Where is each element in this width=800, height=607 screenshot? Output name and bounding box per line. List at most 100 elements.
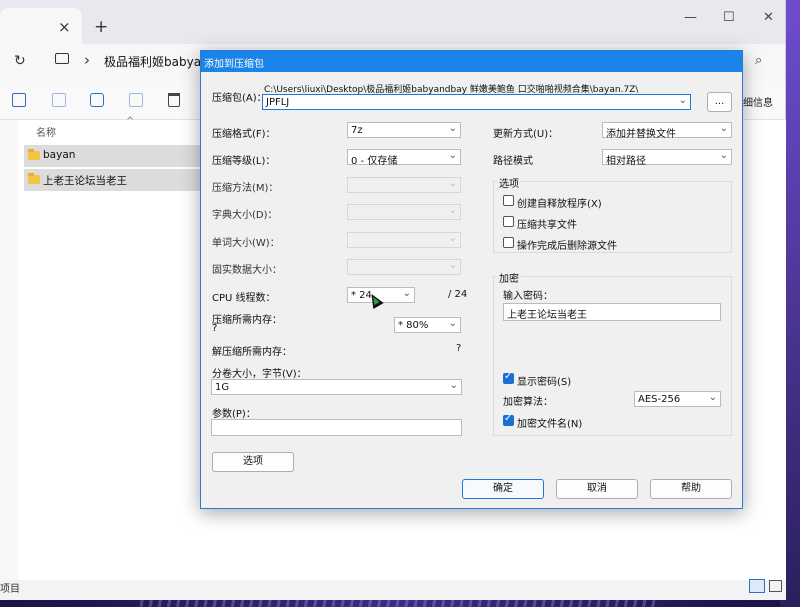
status-bar <box>0 580 786 600</box>
details-view-icon[interactable] <box>749 579 765 593</box>
path-mode-value: 相对路径 <box>606 156 646 167</box>
shared-files-label[interactable]: 压缩共享文件 <box>517 216 577 231</box>
word-size-label: 单词大小(W)： <box>212 238 280 249</box>
method-select[interactable]: ⌄ <box>347 177 461 193</box>
chevron-down-icon: ⌄ <box>448 150 457 161</box>
breadcrumb[interactable]: 极品福利姬babyan <box>104 53 209 70</box>
file-name: bayan <box>43 149 76 161</box>
dict-size-label: 字典大小(D)： <box>212 210 278 221</box>
this-pc-icon[interactable] <box>55 53 69 64</box>
chevron-down-icon: ⌄ <box>449 380 458 391</box>
dialog-title: 添加到压缩包 <box>204 59 264 70</box>
chevron-down-icon: ⌄ <box>708 392 717 403</box>
sfx-label[interactable]: 创建自释放程序(X) <box>517 195 602 210</box>
copy-icon[interactable] <box>12 93 26 107</box>
list-item[interactable]: bayan <box>24 145 202 167</box>
file-name: 上老王论坛当老王 <box>43 175 127 187</box>
mem-compress-value: ? <box>212 323 218 334</box>
format-select[interactable]: 7z ⌄ <box>347 122 461 138</box>
chevron-down-icon: ⌄ <box>402 288 411 299</box>
mem-compress-label: 压缩所需内存： <box>212 315 282 326</box>
tiles-view-icon[interactable] <box>769 580 782 592</box>
format-label: 压缩格式(F)： <box>212 129 276 140</box>
split-label: 分卷大小，字节(V)： <box>212 369 307 380</box>
new-tab-icon[interactable]: + <box>94 17 108 37</box>
show-password-label[interactable]: 显示密码(S) <box>517 373 571 388</box>
encrypt-names-label[interactable]: 加密文件名(N) <box>517 415 582 430</box>
list-item[interactable]: 上老王论坛当老王 <box>24 169 202 191</box>
chevron-down-icon: ⌄ <box>448 123 457 134</box>
refresh-icon[interactable]: ↻ <box>14 53 26 69</box>
tab-close-icon[interactable]: × <box>58 18 71 36</box>
search-icon[interactable]: ⌕ <box>755 53 762 68</box>
chevron-down-icon: ⌄ <box>719 123 728 134</box>
column-header-name[interactable]: 名称 <box>36 124 56 139</box>
sort-caret-icon: ^ <box>126 116 135 127</box>
chevron-down-icon: ⌄ <box>448 260 457 271</box>
password-value: 上老王论坛当老王 <box>507 310 587 321</box>
chevron-down-icon: ⌄ <box>448 318 457 329</box>
mem-decompress-value: ? <box>456 343 462 354</box>
params-input[interactable] <box>211 419 462 436</box>
close-icon[interactable]: ✕ <box>763 10 774 25</box>
update-mode-value: 添加并替换文件 <box>606 129 676 140</box>
params-label: 参数(P)： <box>212 409 256 420</box>
mem-percent-select[interactable]: * 80% ⌄ <box>394 317 461 333</box>
delete-after-label[interactable]: 操作完成后删除源文件 <box>517 237 617 252</box>
chevron-right-icon: › <box>84 51 90 69</box>
folder-icon <box>28 173 40 184</box>
share-icon[interactable] <box>129 93 143 107</box>
options-group-title: 选项 <box>497 175 521 190</box>
paste-icon[interactable] <box>52 93 66 107</box>
ok-button[interactable]: 确定 <box>462 479 544 499</box>
mem-decompress-label: 解压缩所需内存： <box>212 347 292 358</box>
encryption-method-select[interactable]: AES-256 ⌄ <box>634 391 721 407</box>
format-value: 7z <box>351 125 363 136</box>
method-label: 压缩方法(M)： <box>212 183 279 194</box>
dialog-title-bar[interactable]: 添加到压缩包 <box>201 51 742 72</box>
word-size-select[interactable]: ⌄ <box>347 232 461 248</box>
folder-icon <box>28 149 40 160</box>
chevron-down-icon: ⌄ <box>448 178 457 189</box>
update-mode-label: 更新方式(U)： <box>493 129 559 140</box>
details-label[interactable]: 细信息 <box>743 94 773 109</box>
help-button[interactable]: 帮助 <box>650 479 732 499</box>
archive-label: 压缩包(A)： <box>212 93 267 104</box>
chevron-down-icon: ⌄ <box>719 150 728 161</box>
chevron-down-icon[interactable]: ⌄ <box>679 95 687 106</box>
shared-files-checkbox[interactable] <box>503 216 514 227</box>
encryption-method-label: 加密算法： <box>503 397 553 408</box>
add-to-archive-dialog: 添加到压缩包 压缩包(A)： C:\Users\liuxi\Desktop\极品… <box>200 50 743 509</box>
cpu-threads-label: CPU 线程数： <box>212 293 276 304</box>
encrypt-names-checkbox[interactable] <box>503 413 514 426</box>
chevron-down-icon: ⌄ <box>448 205 457 216</box>
password-input[interactable]: 上老王论坛当老王 <box>503 303 721 321</box>
password-label: 输入密码： <box>503 291 553 302</box>
encryption-method-value: AES-256 <box>638 394 681 405</box>
tab-bar: × + — ☐ ✕ <box>0 0 785 44</box>
encryption-group-title: 加密 <box>497 270 521 285</box>
cpu-threads-total: / 24 <box>448 289 468 300</box>
browse-button[interactable]: ... <box>707 92 732 112</box>
split-size-value: 1G <box>215 382 230 393</box>
level-value: 0 - 仅存储 <box>351 156 398 167</box>
path-mode-label: 路径模式 <box>493 156 533 167</box>
options-button[interactable]: 选项 <box>212 452 294 472</box>
delete-after-checkbox[interactable] <box>503 237 514 248</box>
maximize-icon[interactable]: ☐ <box>723 10 735 25</box>
show-password-checkbox[interactable] <box>503 371 514 384</box>
path-mode-select[interactable]: 相对路径 ⌄ <box>602 149 732 167</box>
solid-size-label: 固实数据大小： <box>212 265 282 276</box>
rename-icon[interactable] <box>90 93 104 107</box>
level-select[interactable]: 0 - 仅存储 ⌄ <box>347 149 461 167</box>
dict-size-select[interactable]: ⌄ <box>347 204 461 220</box>
minimize-icon[interactable]: — <box>684 10 697 25</box>
split-size-combobox[interactable]: 1G ⌄ <box>211 379 462 395</box>
navigation-pane <box>0 120 18 580</box>
solid-size-select[interactable]: ⌄ <box>347 259 461 275</box>
sfx-checkbox[interactable] <box>503 195 514 206</box>
cancel-button[interactable]: 取消 <box>556 479 638 499</box>
update-mode-select[interactable]: 添加并替换文件 ⌄ <box>602 122 732 140</box>
archive-name-combobox[interactable]: JPFLJ ⌄ <box>262 94 691 110</box>
delete-icon[interactable] <box>168 93 180 107</box>
